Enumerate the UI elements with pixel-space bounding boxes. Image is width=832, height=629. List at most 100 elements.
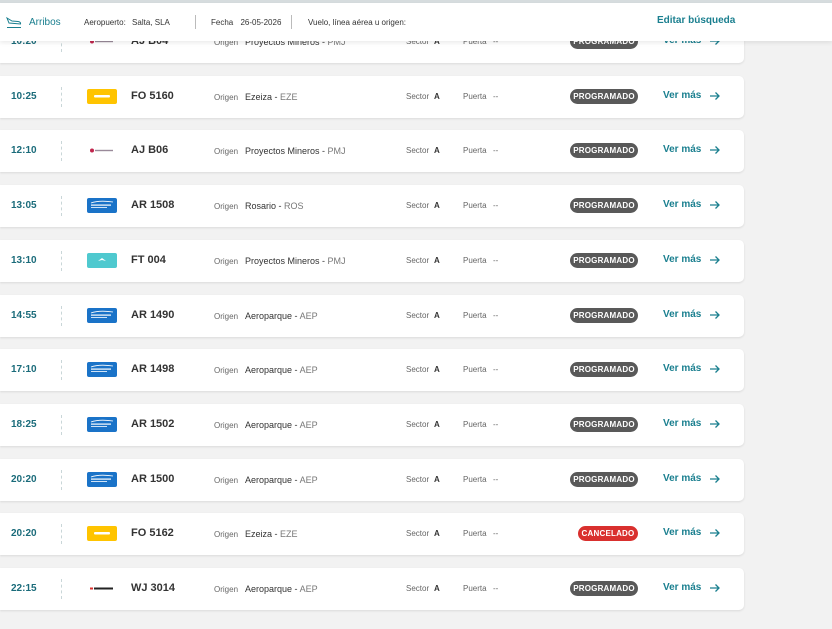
view-more-link[interactable]: Ver más (663, 582, 701, 593)
sector-value: A (434, 256, 440, 265)
sector-value: A (434, 311, 440, 320)
status-badge: CANCELADO (578, 526, 638, 541)
origin-code: EZE (280, 529, 298, 539)
origin-code: AEP (299, 420, 318, 430)
arrow-right-icon[interactable] (709, 199, 721, 211)
flight-number: AR 1500 (131, 473, 175, 485)
gate-label: Puerta (463, 146, 487, 155)
origin-city: Proyectos Mineros (245, 256, 320, 266)
airport-filter[interactable]: Aeropuerto: Salta, SLA (84, 18, 170, 27)
sector-value: A (434, 92, 440, 101)
flight-row[interactable]: 14:55 AR 1490 Origen Aeroparque - AEP Sector… (0, 295, 744, 337)
sector-value: A (434, 365, 440, 374)
search-input[interactable]: Vuelo, línea aérea u origen: (308, 18, 406, 27)
gate-label: Puerta (463, 475, 487, 484)
flight-number: WJ 3014 (131, 582, 176, 594)
plane-landing-icon (6, 16, 22, 28)
status-badge: PROGRAMADO (570, 581, 638, 596)
view-more-link[interactable]: Ver más (663, 309, 701, 320)
view-more-link[interactable]: Ver más (663, 363, 701, 374)
flybondi-logo-icon (87, 526, 117, 541)
row-divider (61, 470, 62, 490)
arrow-right-icon[interactable] (709, 418, 721, 430)
view-more-link[interactable]: Ver más (663, 527, 701, 538)
view-more-link[interactable]: Ver más (663, 254, 701, 265)
status-badge: PROGRAMADO (570, 308, 638, 323)
arrival-time: 22:15 (11, 583, 37, 594)
gate-value: -- (493, 475, 499, 484)
origin-city: Rosario (245, 201, 277, 211)
view-more-link[interactable]: Ver más (663, 418, 701, 429)
row-divider (61, 141, 62, 161)
sector-label: Sector (406, 201, 430, 210)
flight-row[interactable]: 18:25 AR 1502 Origen Aeroparque - AEP Sector… (0, 404, 744, 446)
flight-row[interactable]: 10:25 FO 5160 Origen Ezeiza - EZE Sector A Pue… (0, 76, 744, 118)
flight-number: AJ B06 (131, 144, 169, 156)
row-divider (61, 251, 62, 271)
edit-search-button[interactable]: Editar búsqueda (657, 15, 735, 26)
origin-label: Origen (214, 312, 239, 321)
origin-code: ROS (284, 201, 304, 211)
view-more-link[interactable]: Ver más (663, 90, 701, 101)
flight-row[interactable]: 22:15 WJ 3014 Origen Aeroparque - AEP Sector… (0, 568, 744, 610)
flight-row[interactable]: 12:10 AJ B06 Origen Proyectos Mineros - PMJ… (0, 130, 744, 172)
sector-value: A (434, 201, 440, 210)
sector-label: Sector (406, 365, 430, 374)
flight-row[interactable]: 20:20 FO 5162 Origen Ezeiza - EZE Sector A Pue… (0, 513, 744, 555)
tab-arrivals[interactable]: Arribos (29, 17, 61, 28)
search-header: Arribos Aeropuerto: Salta, SLA Fecha 26-… (0, 3, 832, 41)
arrow-right-icon[interactable] (709, 473, 721, 485)
status-badge: PROGRAMADO (570, 253, 638, 268)
origin-city: Ezeiza (245, 92, 273, 102)
divider (195, 15, 196, 29)
flight-number: FO 5160 (131, 90, 174, 102)
arrow-right-icon[interactable] (709, 144, 721, 156)
view-more-link[interactable]: Ver más (663, 144, 701, 155)
flight-row[interactable]: 20:20 AR 1500 Origen Aeroparque - AEP Sector… (0, 459, 744, 501)
sector-value: A (434, 584, 440, 593)
gate-label: Puerta (463, 311, 487, 320)
view-more-link[interactable]: Ver más (663, 199, 701, 210)
arrow-right-icon[interactable] (709, 363, 721, 375)
flight-number: FO 5162 (131, 527, 174, 539)
arrow-right-icon[interactable] (709, 527, 721, 539)
arrow-right-icon[interactable] (709, 90, 721, 102)
origin-value: Proyectos Mineros - PMJ (245, 256, 346, 266)
arrow-right-icon[interactable] (709, 254, 721, 266)
origin-label: Origen (214, 421, 239, 430)
arrival-time: 14:55 (11, 310, 37, 321)
origin-label: Origen (214, 257, 239, 266)
status-badge: PROGRAMADO (570, 143, 638, 158)
flight-row[interactable]: 13:10 FT 004 Origen Proyectos Mineros - PMJ… (0, 240, 744, 282)
gate-value: -- (493, 584, 499, 593)
origin-label: Origen (214, 476, 239, 485)
view-more-link[interactable]: Ver más (663, 473, 701, 484)
origin-value: Aeroparque - AEP (245, 420, 318, 430)
sector-value: A (434, 146, 440, 155)
date-filter[interactable]: Fecha 26-05-2026 (211, 18, 281, 27)
sector-label: Sector (406, 529, 430, 538)
flight-number: AR 1502 (131, 418, 175, 430)
sector-value: A (434, 529, 440, 538)
row-divider (61, 524, 62, 544)
aerolineas-argentinas-logo-icon (87, 308, 117, 323)
flyest-logo-icon (87, 253, 117, 268)
flight-number: AR 1508 (131, 199, 175, 211)
gate-value: -- (493, 92, 499, 101)
sector-label: Sector (406, 92, 430, 101)
sector-label: Sector (406, 256, 430, 265)
origin-value: Aeroparque - AEP (245, 365, 318, 375)
origin-label: Origen (214, 202, 239, 211)
date-value: 26-05-2026 (240, 18, 282, 27)
row-divider (61, 306, 62, 326)
arrival-time: 12:10 (11, 145, 37, 156)
arrow-right-icon[interactable] (709, 582, 721, 594)
flight-row[interactable]: 17:10 AR 1498 Origen Aeroparque - AEP Sector… (0, 349, 744, 391)
airport-value: Salta, SLA (132, 18, 170, 27)
arrival-time: 20:20 (11, 528, 37, 539)
flight-row[interactable]: 13:05 AR 1508 Origen Rosario - ROS Sector A Pu… (0, 185, 744, 227)
gate-label: Puerta (463, 92, 487, 101)
row-divider (61, 579, 62, 599)
arrow-right-icon[interactable] (709, 309, 721, 321)
origin-value: Aeroparque - AEP (245, 475, 318, 485)
